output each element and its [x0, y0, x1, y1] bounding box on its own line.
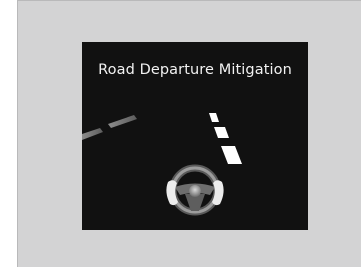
- right-lane-marking: [209, 113, 242, 164]
- left-lane-marking: [82, 115, 137, 140]
- steering-wheel-icon: [166, 164, 224, 216]
- road-scene: [82, 113, 242, 216]
- info-display-screen: Road Departure Mitigation: [82, 42, 308, 230]
